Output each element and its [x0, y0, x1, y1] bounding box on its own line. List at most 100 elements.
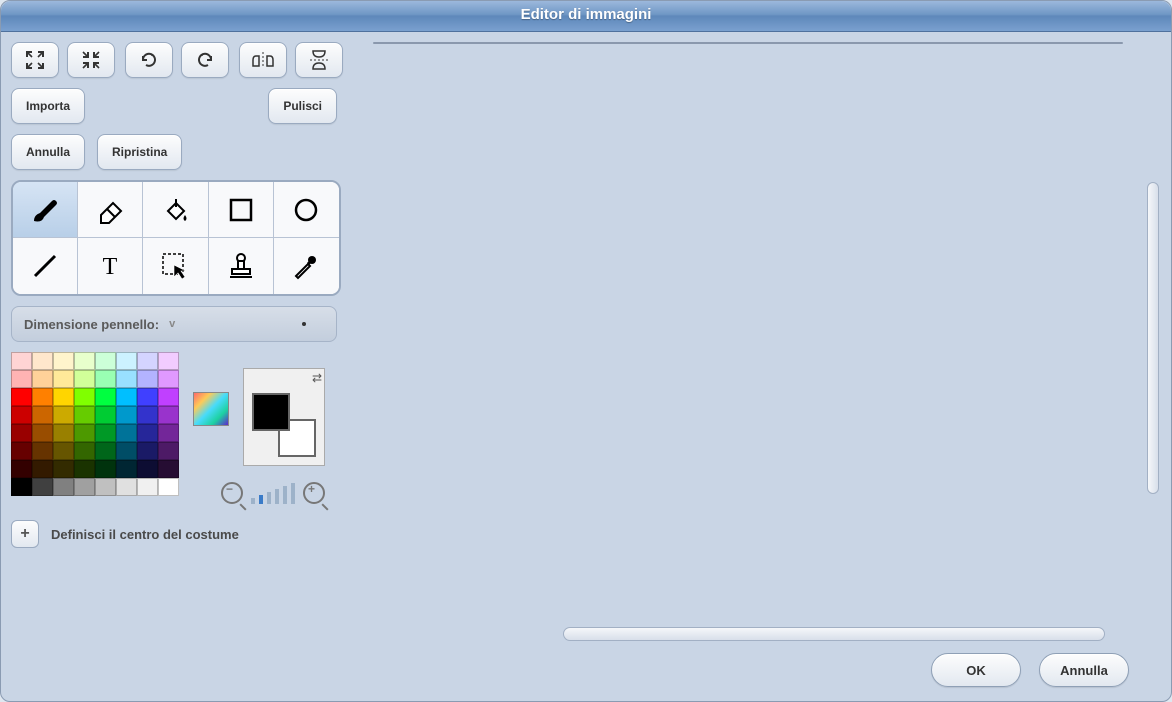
tool-select[interactable] — [143, 238, 208, 294]
color-swatch[interactable] — [158, 406, 179, 424]
color-swatch[interactable] — [116, 478, 137, 496]
brush-size-selector[interactable]: Dimensione pennello: v — [11, 306, 337, 342]
color-swatch[interactable] — [95, 424, 116, 442]
color-swatch[interactable] — [11, 424, 32, 442]
color-swatch[interactable] — [116, 460, 137, 478]
color-swatch[interactable] — [53, 352, 74, 370]
color-swatch[interactable] — [158, 442, 179, 460]
color-swatch[interactable] — [95, 460, 116, 478]
color-swatch[interactable] — [137, 370, 158, 388]
color-swatch[interactable] — [137, 478, 158, 496]
color-swatch[interactable] — [74, 406, 95, 424]
color-swatch[interactable] — [74, 370, 95, 388]
color-swatch[interactable] — [11, 388, 32, 406]
color-swatch[interactable] — [74, 424, 95, 442]
flip-horizontal-button[interactable] — [239, 42, 287, 78]
horizontal-scrollbar[interactable] — [373, 625, 1161, 641]
import-button[interactable]: Importa — [11, 88, 85, 124]
tool-stamp[interactable] — [209, 238, 274, 294]
color-swatch[interactable] — [53, 442, 74, 460]
color-swatch[interactable] — [95, 370, 116, 388]
set-center-button[interactable]: + — [11, 520, 39, 548]
color-swatch[interactable] — [95, 406, 116, 424]
zoom-step[interactable] — [283, 486, 287, 504]
color-picker-gradient[interactable] — [193, 392, 229, 426]
color-swatch[interactable] — [158, 424, 179, 442]
color-swatch[interactable] — [32, 370, 53, 388]
zoom-step[interactable] — [275, 489, 279, 504]
color-swatch[interactable] — [116, 442, 137, 460]
color-swatch[interactable] — [74, 460, 95, 478]
zoom-out-button[interactable]: − — [221, 482, 243, 504]
color-swatch[interactable] — [53, 478, 74, 496]
color-swatch[interactable] — [32, 406, 53, 424]
horizontal-scroll-thumb[interactable] — [563, 627, 1105, 641]
color-swatch[interactable] — [53, 460, 74, 478]
tool-line[interactable] — [13, 238, 78, 294]
tool-eraser[interactable] — [78, 182, 143, 238]
color-swatch[interactable] — [74, 352, 95, 370]
color-swatch[interactable] — [137, 406, 158, 424]
color-swatch[interactable] — [158, 370, 179, 388]
tool-rectangle[interactable] — [209, 182, 274, 238]
color-swatch[interactable] — [158, 460, 179, 478]
foreground-color-swatch[interactable] — [252, 393, 290, 431]
color-swatch[interactable] — [116, 388, 137, 406]
tool-text[interactable]: T — [78, 238, 143, 294]
zoom-in-button[interactable]: + — [303, 482, 325, 504]
zoom-step[interactable] — [259, 495, 263, 504]
drawing-canvas[interactable] — [373, 42, 1123, 44]
rotate-ccw-button[interactable] — [125, 42, 173, 78]
zoom-level-indicator[interactable] — [251, 483, 295, 504]
tool-brush[interactable] — [13, 182, 78, 238]
color-swatch[interactable] — [137, 352, 158, 370]
color-swatch[interactable] — [95, 352, 116, 370]
grow-button[interactable] — [11, 42, 59, 78]
color-swatch[interactable] — [137, 460, 158, 478]
color-swatch[interactable] — [95, 388, 116, 406]
color-swatch[interactable] — [116, 370, 137, 388]
color-swatch[interactable] — [74, 442, 95, 460]
rotate-cw-button[interactable] — [181, 42, 229, 78]
color-swatch[interactable] — [158, 388, 179, 406]
color-swatch[interactable] — [53, 424, 74, 442]
color-swatch[interactable] — [158, 478, 179, 496]
color-swatch[interactable] — [95, 442, 116, 460]
color-swatch[interactable] — [32, 352, 53, 370]
foreground-background-swap[interactable]: ⇄ — [243, 368, 325, 466]
color-swatch[interactable] — [53, 406, 74, 424]
vertical-scroll-thumb[interactable] — [1147, 182, 1159, 494]
color-swatch[interactable] — [11, 442, 32, 460]
color-swatch[interactable] — [74, 388, 95, 406]
color-swatch[interactable] — [116, 424, 137, 442]
tool-ellipse[interactable] — [274, 182, 339, 238]
color-swatch[interactable] — [137, 424, 158, 442]
color-swatch[interactable] — [32, 478, 53, 496]
zoom-step[interactable] — [251, 498, 255, 504]
color-swatch[interactable] — [11, 460, 32, 478]
clear-button[interactable]: Pulisci — [268, 88, 337, 124]
color-swatch[interactable] — [32, 460, 53, 478]
color-swatch[interactable] — [11, 352, 32, 370]
redo-button[interactable]: Ripristina — [97, 134, 182, 170]
cancel-button[interactable]: Annulla — [1039, 653, 1129, 687]
color-swatch[interactable] — [11, 370, 32, 388]
zoom-step[interactable] — [291, 483, 295, 504]
color-swatch[interactable] — [32, 388, 53, 406]
color-swatch[interactable] — [53, 388, 74, 406]
color-swatch[interactable] — [116, 352, 137, 370]
ok-button[interactable]: OK — [931, 653, 1021, 687]
color-swatch[interactable] — [95, 478, 116, 496]
color-swatch[interactable] — [53, 370, 74, 388]
vertical-scrollbar[interactable] — [1145, 42, 1161, 619]
tool-fill[interactable] — [143, 182, 208, 238]
color-swatch[interactable] — [11, 478, 32, 496]
color-swatch[interactable] — [74, 478, 95, 496]
color-swatch[interactable] — [137, 442, 158, 460]
color-swatch[interactable] — [32, 442, 53, 460]
color-swatch[interactable] — [137, 388, 158, 406]
color-swatch[interactable] — [116, 406, 137, 424]
tool-eyedropper[interactable] — [274, 238, 339, 294]
zoom-step[interactable] — [267, 492, 271, 504]
color-swatch[interactable] — [32, 424, 53, 442]
